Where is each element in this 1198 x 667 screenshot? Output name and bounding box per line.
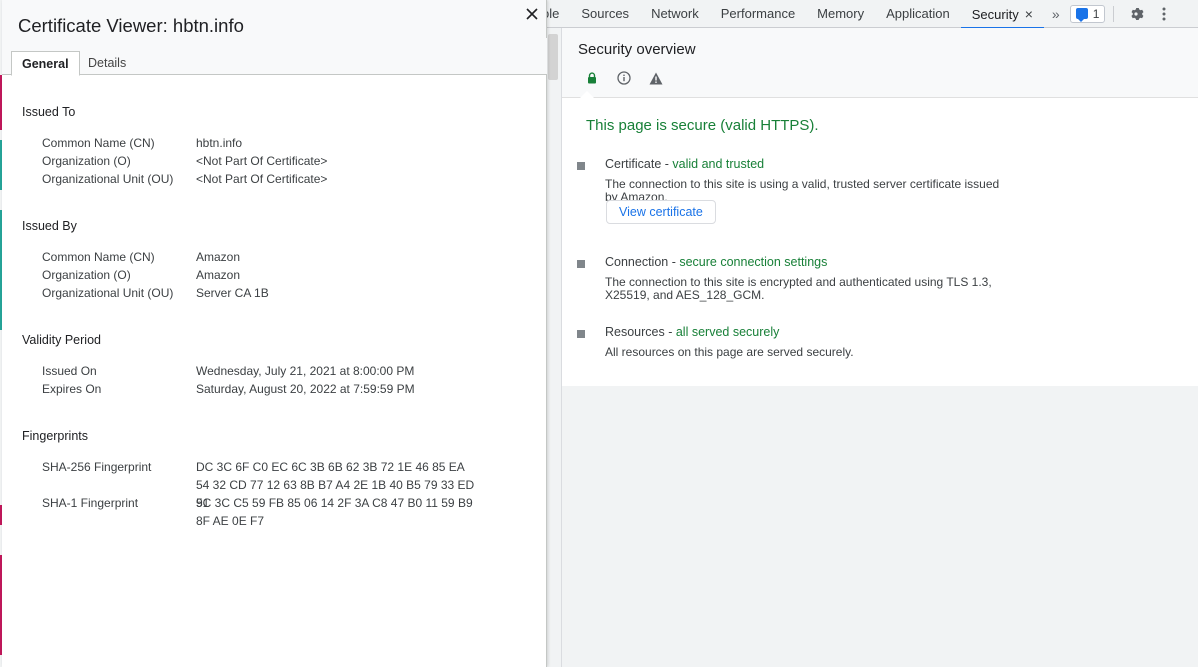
certificate-tabs: General Details [2, 38, 547, 76]
certificate-viewer-header: Certificate Viewer: hbtn.info [2, 0, 546, 38]
tab-memory[interactable]: Memory [806, 0, 875, 28]
field-value: Amazon [196, 250, 241, 264]
field-label: SHA-256 Fingerprint [42, 460, 152, 474]
security-overview-title: Security overview [578, 41, 696, 58]
tab-close-icon[interactable]: × [1025, 0, 1033, 28]
field-label: Issued On [42, 364, 97, 378]
field-value: Server CA 1B [196, 286, 269, 300]
sidebar-scroll-strip [546, 28, 562, 667]
field-value: Amazon [196, 268, 241, 282]
security-item-title: Certificate - valid and trusted [605, 157, 764, 171]
security-item-separator: - [668, 255, 680, 269]
field-value: Saturday, August 20, 2022 at 7:59:59 PM [196, 382, 415, 396]
field-label: Common Name (CN) [42, 136, 155, 150]
bullet-marker [577, 330, 585, 338]
security-item-label: Connection [605, 255, 669, 269]
info-icon [608, 68, 640, 88]
field-label: Organizational Unit (OU) [42, 172, 174, 186]
more-options-icon[interactable] [1150, 0, 1178, 28]
issues-button[interactable]: 1 [1069, 4, 1106, 23]
panel-empty-area [562, 386, 1198, 667]
tab-application[interactable]: Application [875, 0, 961, 28]
tab-performance[interactable]: Performance [710, 0, 806, 28]
security-state-icons [576, 68, 672, 88]
security-item-status: secure connection settings [679, 255, 828, 269]
issues-message-icon [1075, 8, 1088, 22]
security-overview-header: Security overview [562, 28, 1198, 98]
section-title-issued-to: Issued To [22, 105, 76, 119]
field-label: Organization (O) [42, 154, 131, 168]
lock-icon [576, 68, 608, 88]
certificate-viewer-title: Certificate Viewer: hbtn.info [18, 15, 244, 36]
security-item-label: Resources [605, 325, 665, 339]
security-item-title: Resources - all served securely [605, 325, 779, 339]
security-item-separator: - [661, 157, 673, 171]
devtools-panel: ole Sources Network Performance Memory A… [542, 0, 1198, 667]
section-title-fingerprints: Fingerprints [22, 429, 88, 443]
security-item-status: all served securely [675, 325, 780, 339]
close-icon[interactable] [522, 4, 542, 24]
field-label: Organization (O) [42, 268, 131, 282]
bullet-marker [577, 260, 585, 268]
section-title-validity-period: Validity Period [22, 333, 101, 347]
warning-icon [640, 68, 672, 88]
security-item-separator: - [664, 325, 676, 339]
certificate-viewer-dialog: Certificate Viewer: hbtn.info General De… [2, 0, 547, 667]
tab-general[interactable]: General [11, 51, 80, 76]
devtools-tabbar: ole Sources Network Performance Memory A… [542, 0, 1198, 29]
security-item-label: Certificate [605, 157, 662, 171]
field-label: SHA-1 Fingerprint [42, 496, 139, 510]
scrollbar-thumb[interactable] [548, 34, 558, 80]
security-item-description: The connection to this site is encrypted… [605, 275, 992, 302]
issues-count: 1 [1092, 6, 1100, 21]
section-title-issued-by: Issued By [22, 219, 77, 233]
view-certificate-button[interactable]: View certificate [606, 200, 716, 224]
security-summary-text: This page is secure (valid HTTPS). [586, 117, 819, 134]
security-item-status: valid and trusted [672, 157, 765, 171]
toolbar-divider [1113, 5, 1115, 22]
settings-gear-icon[interactable] [1122, 0, 1150, 28]
field-label: Expires On [42, 382, 102, 396]
field-value: <Not Part Of Certificate> [196, 154, 328, 168]
bullet-marker [577, 162, 585, 170]
fingerprint-value: 9C 3C C5 59 FB 85 06 14 2F 3A C8 47 B0 1… [196, 496, 473, 528]
tab-sources[interactable]: Sources [570, 0, 640, 28]
security-overview-panel: Security overview This page is secure (v… [562, 28, 1198, 386]
tab-security[interactable]: Security × [960, 0, 1045, 29]
tab-network[interactable]: Network [640, 0, 710, 28]
field-value: Wednesday, July 21, 2021 at 8:00:00 PM [196, 364, 415, 378]
field-value: <Not Part Of Certificate> [196, 172, 328, 186]
field-label: Organizational Unit (OU) [42, 286, 174, 300]
selected-state-notch [580, 91, 594, 98]
security-item-title: Connection - secure connection settings [605, 255, 827, 269]
more-tabs-chevron-icon[interactable]: » [1044, 0, 1068, 28]
field-label: Common Name (CN) [42, 250, 155, 264]
tab-security-label: Security [971, 6, 1019, 22]
security-item-description: All resources on this page are served se… [605, 345, 854, 359]
field-value: hbtn.info [196, 136, 243, 150]
tab-details[interactable]: Details [78, 51, 136, 75]
